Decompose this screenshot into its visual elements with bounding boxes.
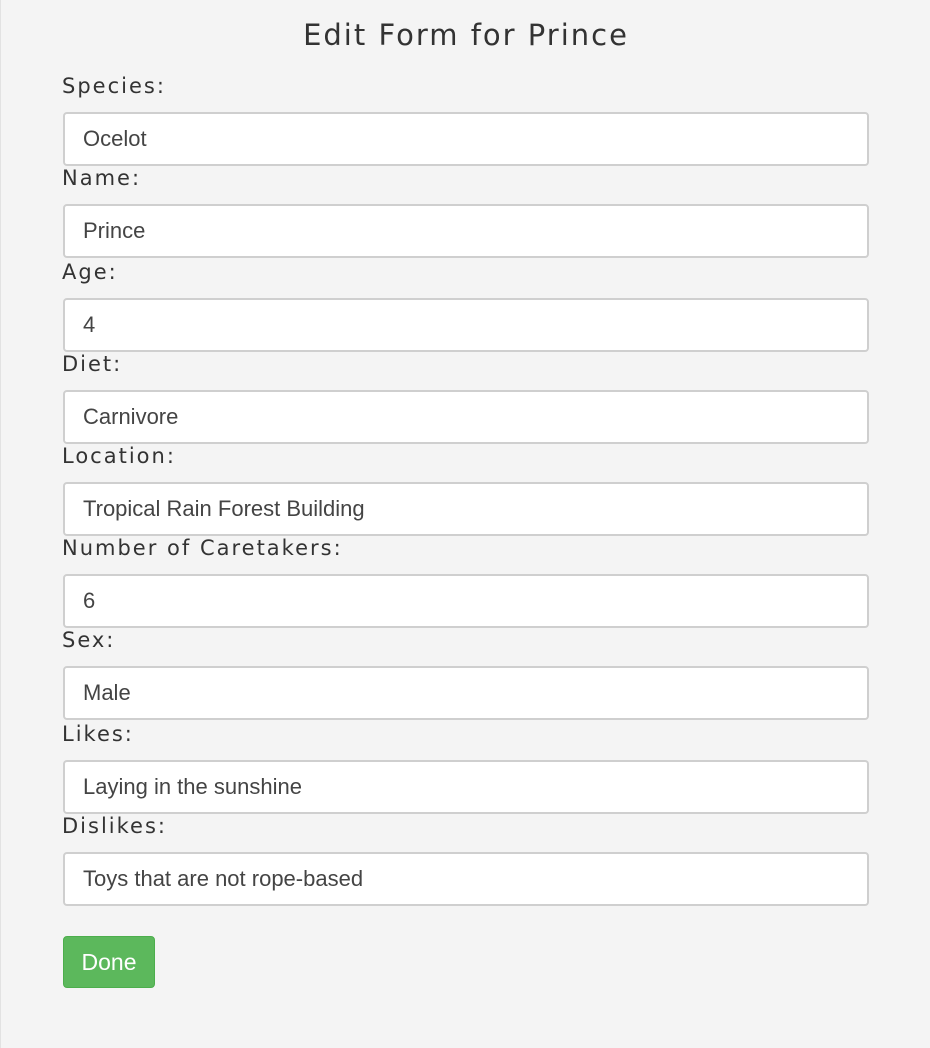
likes-label: Likes: <box>62 722 134 746</box>
name-input[interactable] <box>63 204 869 258</box>
location-label: Location: <box>62 444 176 468</box>
diet-label: Diet: <box>62 352 123 376</box>
likes-input[interactable] <box>63 760 869 814</box>
done-button[interactable]: Done <box>63 936 155 988</box>
caretakers-input[interactable] <box>63 574 869 628</box>
sex-label: Sex: <box>62 628 116 652</box>
age-input[interactable] <box>63 298 869 352</box>
diet-input[interactable] <box>63 390 869 444</box>
age-label: Age: <box>62 260 118 284</box>
page-title: Edit Form for Prince <box>303 18 629 52</box>
caretakers-label: Number of Caretakers: <box>62 536 343 560</box>
sex-input[interactable] <box>63 666 869 720</box>
name-label: Name: <box>62 166 142 190</box>
dislikes-input[interactable] <box>63 852 869 906</box>
location-input[interactable] <box>63 482 869 536</box>
species-label: Species: <box>62 74 166 98</box>
species-input[interactable] <box>63 112 869 166</box>
edit-form-page: Edit Form for Prince Species: Name: Age:… <box>0 0 930 1048</box>
dislikes-label: Dislikes: <box>62 814 167 838</box>
